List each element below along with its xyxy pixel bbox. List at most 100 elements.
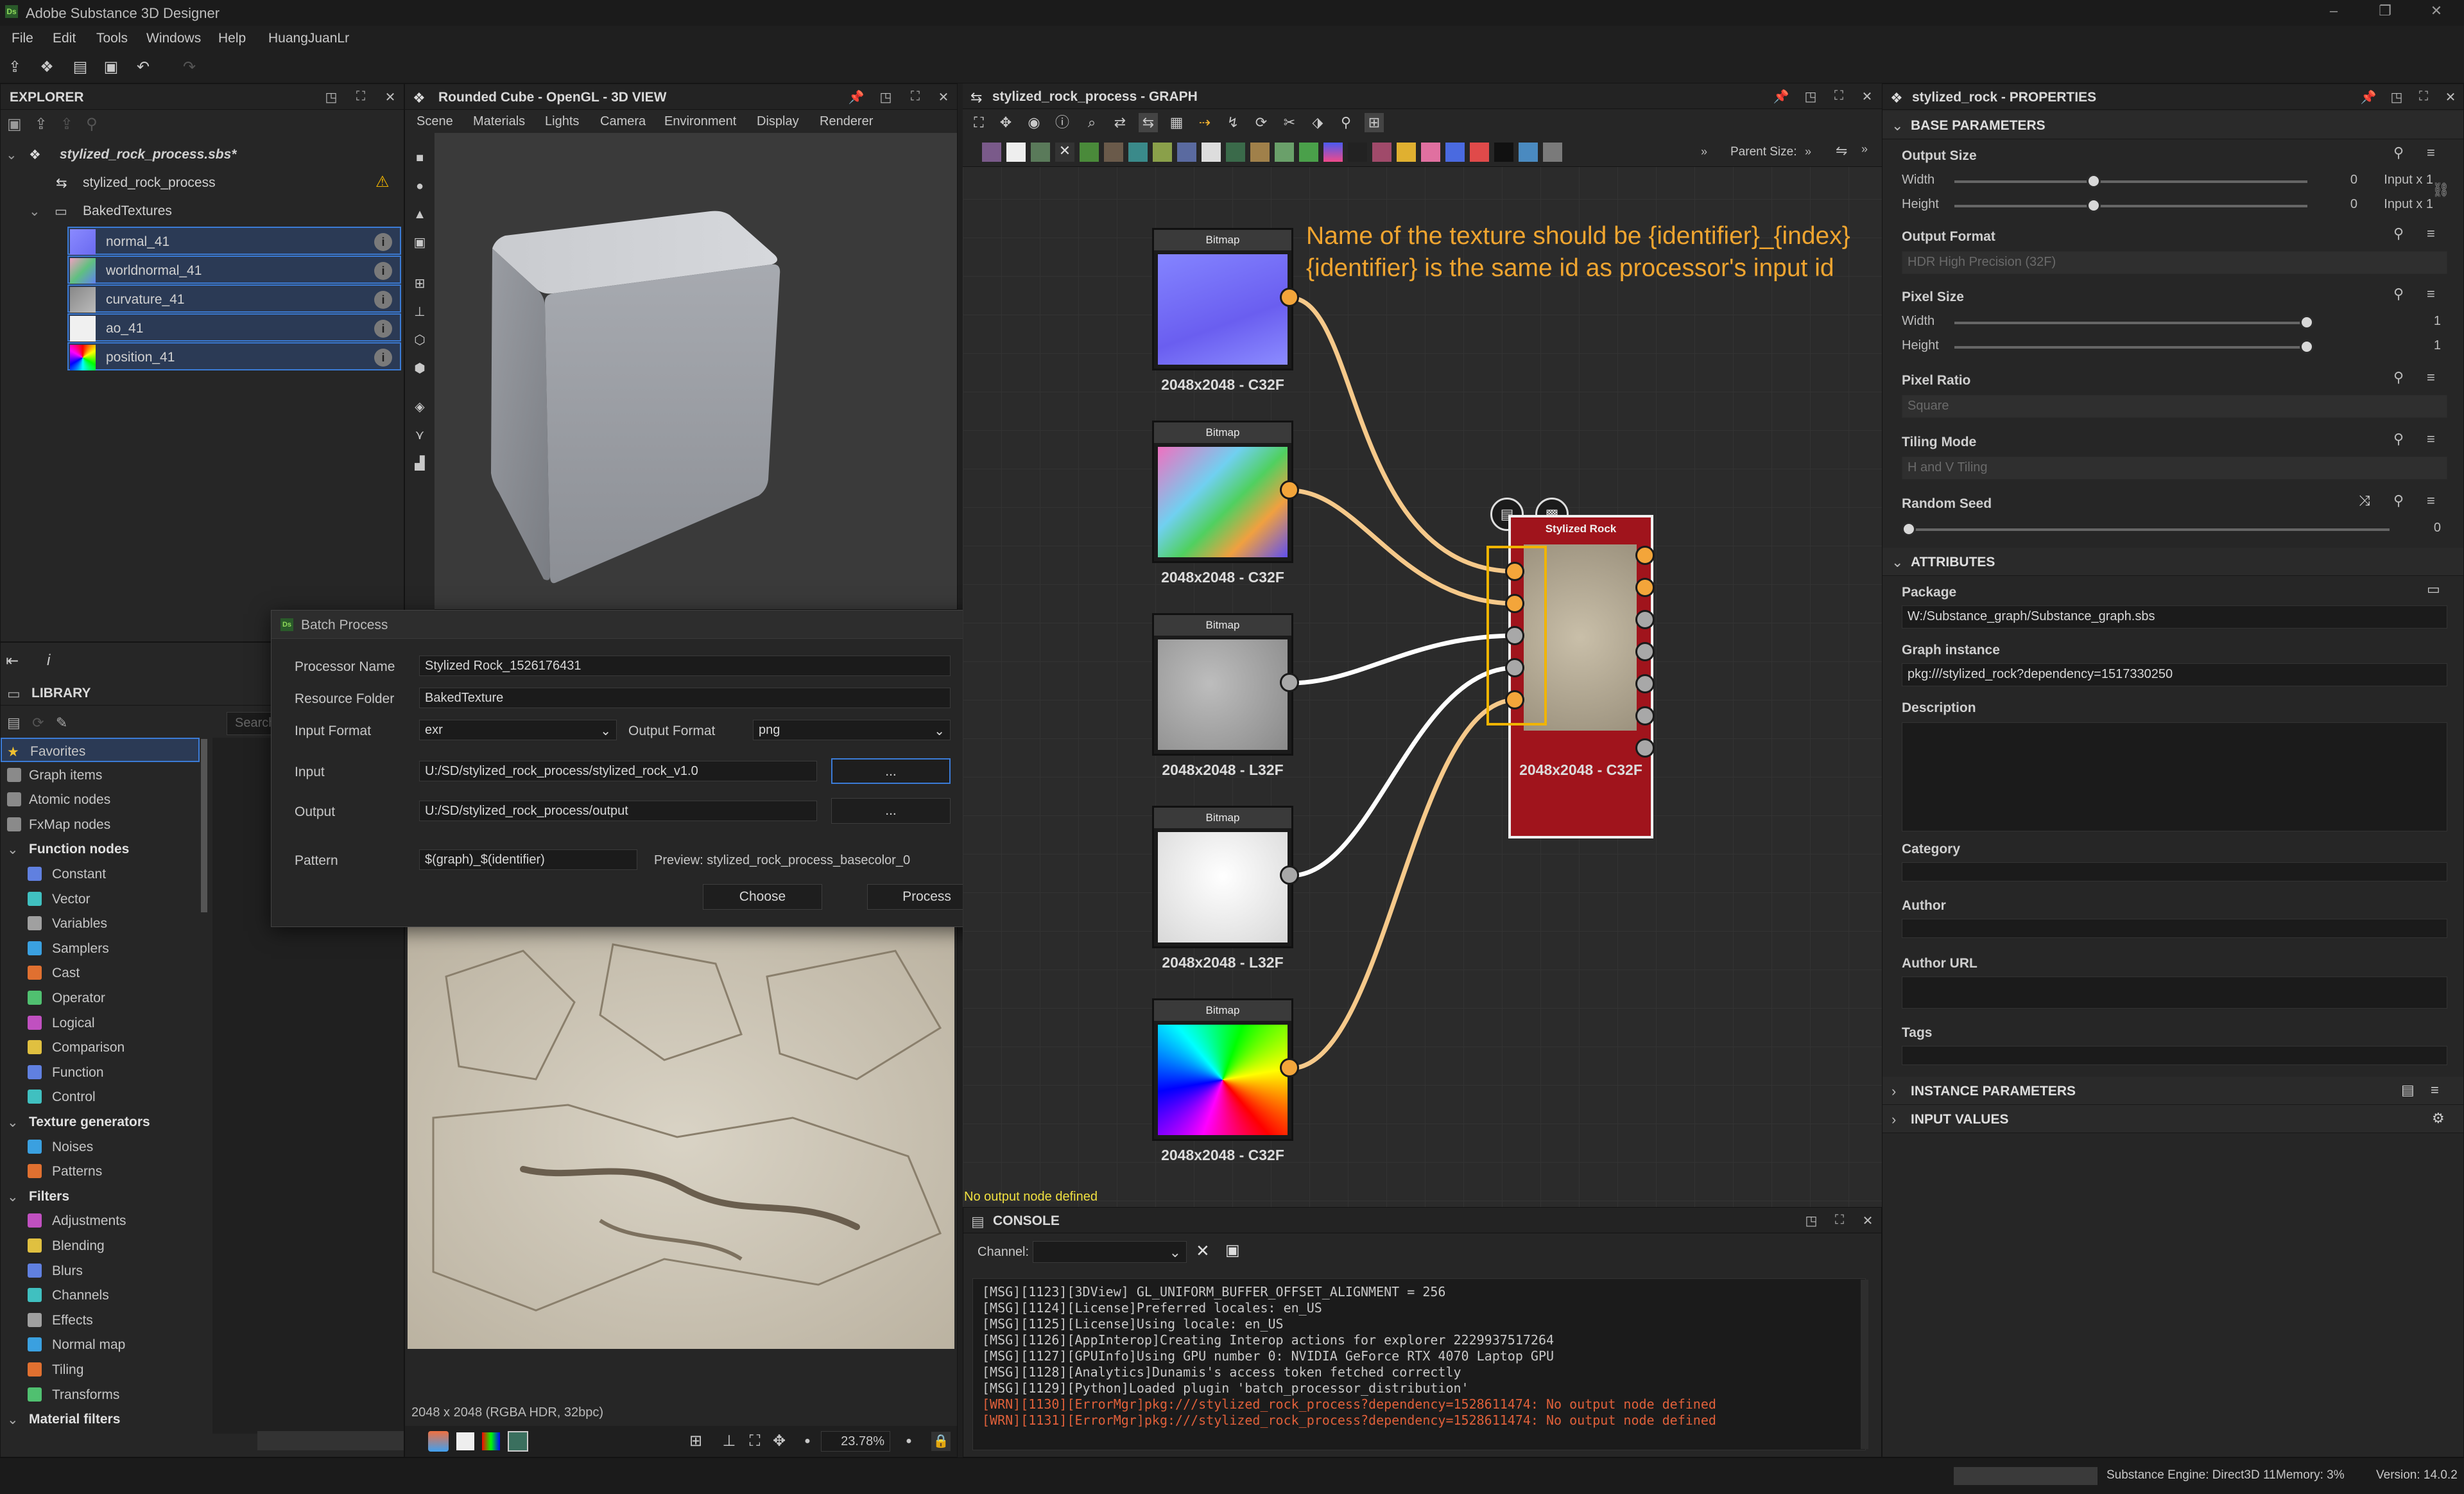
width-mode[interactable]: Input x 1	[2337, 173, 2433, 187]
menu-icon[interactable]: ≡	[2427, 144, 2435, 161]
input-format-select[interactable]: exr ⌄	[419, 720, 617, 740]
random-seed-knob[interactable]	[1902, 522, 1916, 536]
folder-icon[interactable]: ▭	[2427, 581, 2440, 598]
library-item[interactable]: Normal map	[1, 1332, 200, 1357]
ruler-icon[interactable]: ⊥	[719, 1432, 739, 1451]
library-item[interactable]: ⌄ Filters	[1, 1184, 200, 1208]
menu-windows[interactable]: Windows	[146, 31, 201, 46]
output-port[interactable]	[1280, 288, 1299, 307]
close-panel-icon[interactable]: ✕	[2442, 89, 2459, 105]
preset-icon[interactable]: ▤	[2401, 1082, 2415, 1099]
library-item[interactable]: Effects	[1, 1308, 200, 1332]
height-slider[interactable]	[1954, 205, 2307, 207]
bitmap-node[interactable]: Bitmap	[1152, 228, 1293, 370]
pin-icon[interactable]: 📌	[2360, 89, 2377, 105]
package-row[interactable]: ⌄ ❖ stylized_rock_process.sbs*	[1, 141, 404, 169]
cube-view-icon[interactable]: ⬢	[410, 359, 429, 378]
pixel-height-knob[interactable]	[2300, 340, 2314, 354]
bitmap-node[interactable]: Bitmap	[1152, 421, 1293, 563]
view3d-menu-environment[interactable]: Environment	[664, 114, 736, 129]
library-scrollbar[interactable]	[201, 739, 207, 912]
close-panel-icon[interactable]: ✕	[1859, 1213, 1876, 1228]
output-port[interactable]	[1635, 642, 1655, 661]
view3d-menu-display[interactable]: Display	[757, 114, 799, 129]
undo-icon[interactable]: ↶	[134, 58, 153, 77]
library-item[interactable]: FxMap nodes	[1, 812, 200, 837]
resource-row[interactable]: curvature_41 i	[67, 284, 401, 313]
axis3d-icon[interactable]: ⋎	[410, 426, 429, 445]
float-icon[interactable]: ◳	[1803, 1213, 1820, 1228]
output-format-select[interactable]: png ⌄	[753, 720, 951, 740]
library-item[interactable]: Comparison	[1, 1035, 200, 1059]
output-path-field[interactable]: U:/SD/stylized_rock_process/output	[419, 801, 817, 821]
save-package-icon[interactable]: ▣	[7, 116, 22, 133]
menu-icon[interactable]: ≡	[2427, 286, 2435, 302]
save-log-icon[interactable]: ▣	[1225, 1241, 1240, 1260]
menu-icon[interactable]: ≡	[2427, 225, 2435, 242]
library-item[interactable]: Blurs	[1, 1258, 200, 1283]
zoom-dot-icon[interactable]: ●	[798, 1432, 817, 1451]
collapse-icon[interactable]: ⌄	[7, 842, 19, 858]
save-icon[interactable]: ▣	[101, 58, 121, 77]
redo-icon[interactable]: ↷	[180, 58, 199, 77]
chain-icon[interactable]: ⛓	[2432, 182, 2450, 198]
channels-icon[interactable]	[482, 1432, 500, 1450]
minimize-icon[interactable]: –	[2321, 3, 2347, 22]
info-icon[interactable]: i	[374, 291, 392, 309]
pixel-width-slider[interactable]	[1954, 322, 2307, 324]
environment-icon[interactable]: ▲	[410, 205, 429, 224]
input-port[interactable]	[1505, 562, 1524, 581]
fit-icon[interactable]: ⛶	[745, 1432, 764, 1451]
library-item[interactable]: Atomic nodes	[1, 787, 200, 812]
base-parameters-section[interactable]: ⌄ BASE PARAMETERS	[1882, 111, 2463, 139]
processor-name-field[interactable]: Stylized Rock_1526176431	[419, 656, 951, 676]
width-slider-knob[interactable]	[2087, 174, 2101, 188]
input-port[interactable]	[1505, 658, 1524, 677]
output-port[interactable]	[1635, 706, 1655, 725]
resource-row[interactable]: normal_41 i	[67, 227, 401, 255]
library-item[interactable]: Logical	[1, 1011, 200, 1035]
float-icon[interactable]: ◳	[877, 89, 894, 105]
maximize-panel-icon[interactable]: ⛶	[352, 89, 369, 105]
link-icon[interactable]: ⚲	[86, 116, 98, 133]
lock-icon[interactable]: 🔒	[931, 1432, 951, 1451]
description-field[interactable]	[1902, 722, 2447, 831]
maximize-panel-icon[interactable]: ⛶	[2415, 89, 2432, 105]
library-item[interactable]: Graph items	[1, 763, 200, 787]
zoom-field[interactable]: 23.78%	[821, 1431, 890, 1452]
texture-preview[interactable]	[408, 925, 954, 1349]
input-values-section[interactable]: › INPUT VALUES ⚙	[1882, 1105, 2463, 1133]
random-seed-value[interactable]: 0	[2390, 521, 2441, 535]
library-item[interactable]: Cast	[1, 960, 200, 985]
console-scrollbar[interactable]	[1861, 1280, 1868, 1449]
new-package-icon[interactable]: ❖	[37, 58, 56, 77]
output-port[interactable]	[1635, 674, 1655, 693]
filter-icon[interactable]: ▤	[7, 715, 21, 731]
library-item[interactable]: Patterns	[1, 1159, 200, 1183]
menu-tools[interactable]: Tools	[96, 31, 128, 46]
collapse-icon[interactable]: ⌄	[1891, 554, 1903, 571]
pixel-width-knob[interactable]	[2300, 315, 2314, 329]
resource-row[interactable]: worldnormal_41 i	[67, 256, 401, 284]
bitmap-node[interactable]: Bitmap	[1152, 613, 1293, 756]
output-port[interactable]	[1280, 480, 1299, 499]
output-port[interactable]	[1280, 1058, 1299, 1077]
output-port[interactable]	[1280, 673, 1299, 692]
axis-icon[interactable]: ⊞	[410, 274, 429, 293]
graph-instance-field[interactable]: pkg:///stylized_rock?dependency=15173302…	[1902, 663, 2447, 686]
bitmap-node[interactable]: Bitmap	[1152, 806, 1293, 948]
edit-icon[interactable]: ✎	[56, 715, 67, 731]
collapse-icon[interactable]: ⌄	[1891, 117, 1903, 134]
share-icon[interactable]: ⇪	[5, 58, 24, 77]
info-tab-icon[interactable]: i	[47, 652, 50, 670]
graph-panel[interactable]: ⇆ stylized_rock_process - GRAPH 📌 ◳ ⛶ ✕ …	[963, 83, 1882, 1207]
input-path-field[interactable]: U:/SD/stylized_rock_process/stylized_roc…	[419, 761, 817, 781]
pixel-height-slider[interactable]	[1954, 346, 2307, 349]
camera-icon[interactable]: ■	[410, 148, 429, 168]
library-item[interactable]: ⌄ Material filters	[1, 1407, 200, 1431]
pan-icon[interactable]: ✥	[770, 1432, 789, 1451]
maximize-panel-icon[interactable]: ⛶	[907, 89, 924, 105]
library-item[interactable]: Noises	[1, 1134, 200, 1159]
author-url-field[interactable]	[1902, 977, 2447, 1009]
output-port[interactable]	[1280, 865, 1299, 885]
